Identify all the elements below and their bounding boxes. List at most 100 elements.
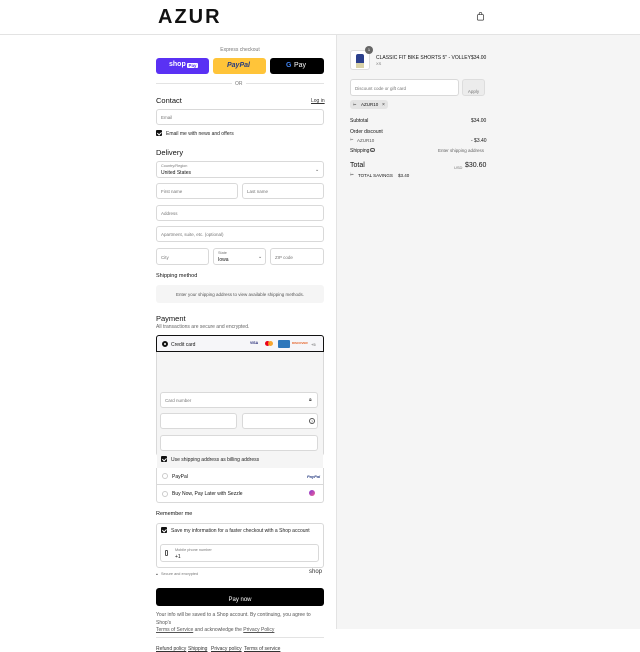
terms-link[interactable]: Terms of Service — [156, 627, 193, 633]
help-icon[interactable]: ? — [309, 418, 315, 424]
expiration-field[interactable] — [160, 413, 237, 429]
shipping-value: Enter shipping address — [438, 147, 485, 153]
shop-pay-button[interactable]: shop Pay — [156, 58, 209, 74]
discount-code-field[interactable]: Discount code or gift card — [350, 79, 459, 96]
paypal-logo: PayPal — [227, 61, 250, 69]
more-cards-count: +5 — [311, 341, 316, 347]
payment-subtitle: All transactions are secure and encrypte… — [156, 324, 250, 330]
country-label: Country/Region — [161, 164, 188, 168]
google-g-icon: G — [286, 61, 292, 69]
mobile-phone-label: Mobile phone number — [175, 547, 212, 552]
lock-icon: 🔒︎ — [156, 572, 158, 576]
discover-icon: DISCOVER — [292, 341, 308, 345]
state-value: Iowa — [218, 257, 229, 263]
tag-icon: ⌲ — [353, 101, 357, 107]
checkout-form: Express checkout shop Pay PayPal G Pay O… — [0, 35, 336, 652]
credit-card-radio[interactable] — [162, 341, 168, 347]
security-code-field[interactable]: ? — [242, 413, 318, 429]
terms-of-service-link[interactable]: Terms of service — [244, 646, 280, 652]
apply-button[interactable]: Apply — [462, 79, 485, 96]
chevron-down-icon: ⌄ — [315, 167, 320, 173]
apartment-placeholder: Apartment, suite, etc. (optional) — [161, 232, 224, 237]
product-image-shorts — [356, 63, 364, 68]
sezzle-radio[interactable] — [162, 490, 168, 497]
legal-and: and acknowledge the — [194, 627, 242, 633]
total-label: Total — [350, 162, 365, 169]
chevron-down-icon: ⌄ — [258, 254, 263, 260]
legal-text: Your info will be saved to a Shop accoun… — [156, 612, 324, 635]
paypal-label: PayPal — [172, 473, 188, 480]
zip-field[interactable]: ZIP code — [270, 248, 324, 265]
help-icon[interactable]: ? — [370, 147, 375, 152]
discount-tag-code: AZUR10 — [361, 102, 379, 107]
quantity-badge: 1 — [365, 46, 373, 54]
name-on-card-field[interactable] — [160, 435, 318, 451]
paypal-option[interactable]: PayPal PayPal — [156, 468, 324, 485]
mobile-phone-field[interactable]: Mobile phone number +1 — [160, 544, 319, 562]
card-number-placeholder: Card number — [165, 398, 192, 403]
total-value: $30.60 — [465, 162, 487, 169]
card-number-field[interactable]: Card number 🔒︎ — [160, 392, 318, 408]
delivery-heading: Delivery — [156, 148, 184, 157]
shipping-method-message: Enter your shipping address to view avai… — [175, 291, 305, 297]
save-info-checkbox[interactable] — [161, 527, 167, 533]
remember-me-heading: Remember me — [156, 511, 193, 517]
first-name-placeholder: First name — [161, 189, 183, 194]
google-pay-button[interactable]: G Pay — [270, 58, 324, 74]
credit-card-option[interactable]: Credit card VISA DISCOVER +5 — [156, 335, 324, 352]
billing-checkbox[interactable] — [161, 456, 167, 462]
privacy-link[interactable]: Privacy Policy — [243, 627, 274, 633]
shipping-method-heading: Shipping method — [156, 273, 198, 279]
currency-label: USD — [454, 164, 463, 170]
sezzle-label: Buy Now, Pay Later with Sezzle — [172, 491, 243, 497]
login-link[interactable]: Log in — [311, 98, 325, 104]
sezzle-option[interactable]: Buy Now, Pay Later with Sezzle — [156, 485, 324, 503]
brand-logo[interactable]: AZUR — [158, 6, 222, 29]
address-field[interactable]: Address — [156, 205, 324, 221]
header: AZUR — [0, 0, 640, 35]
paypal-radio[interactable] — [162, 473, 168, 479]
shop-logo: shop — [309, 569, 323, 575]
shop-pay-badge: Pay — [187, 62, 199, 68]
state-label: State — [218, 251, 227, 255]
last-name-placeholder: Last name — [247, 189, 269, 194]
city-field[interactable]: City — [156, 248, 209, 265]
order-summary: 1 CLASSIC FIT BIKE SHORTS 5" - VOLLEY XS… — [336, 35, 640, 629]
payment-heading: Payment — [156, 314, 186, 323]
visa-icon: VISA — [250, 341, 259, 345]
remove-discount-icon[interactable]: × — [382, 102, 385, 108]
apartment-field[interactable]: Apartment, suite, etc. (optional) — [156, 226, 324, 242]
first-name-field[interactable]: First name — [156, 183, 238, 199]
discount-tag: ⌲ AZUR10 × — [350, 100, 388, 109]
paypal-logo: PayPal — [307, 473, 321, 479]
product-name: CLASSIC FIT BIKE SHORTS 5" - VOLLEY — [376, 54, 471, 61]
amex-icon — [278, 339, 290, 348]
save-info-label: Save my information for a faster checkou… — [171, 528, 310, 534]
pay-now-button[interactable]: Pay now — [156, 588, 324, 606]
tag-icon: ⌲ — [350, 136, 354, 142]
news-checkbox[interactable] — [156, 130, 162, 136]
order-discount-code: AZUR10 — [357, 137, 375, 143]
footer-divider — [156, 637, 324, 638]
shipping-method-placeholder: Enter your shipping address to view avai… — [156, 285, 324, 303]
city-placeholder: City — [161, 254, 169, 260]
paypal-button[interactable]: PayPal — [213, 58, 266, 74]
sezzle-icon — [309, 490, 315, 496]
shop-pay-label: shop — [169, 61, 186, 68]
secure-encrypted-label: Secure and encrypted — [161, 572, 199, 576]
subtotal-label: Subtotal — [350, 118, 369, 124]
shopping-bag-icon[interactable] — [476, 12, 485, 21]
total-savings-value: $3.40 — [398, 173, 410, 178]
state-select[interactable]: State Iowa ⌄ — [213, 248, 266, 265]
pay-now-label: Pay now — [228, 597, 252, 603]
country-select[interactable]: Country/Region United States ⌄ — [156, 161, 324, 178]
subtotal-value: $34.00 — [471, 118, 487, 124]
last-name-field[interactable]: Last name — [242, 183, 324, 199]
refund-policy-link[interactable]: Refund policy — [156, 646, 186, 652]
email-field[interactable]: Email — [156, 109, 324, 125]
tag-icon: ⌲ — [350, 172, 354, 178]
privacy-policy-link[interactable]: Privacy policy — [211, 646, 242, 652]
express-checkout-title: Express checkout — [220, 47, 260, 53]
shipping-link[interactable]: Shipping — [188, 646, 207, 652]
total-savings-label: TOTAL SAVINGS — [358, 173, 393, 178]
